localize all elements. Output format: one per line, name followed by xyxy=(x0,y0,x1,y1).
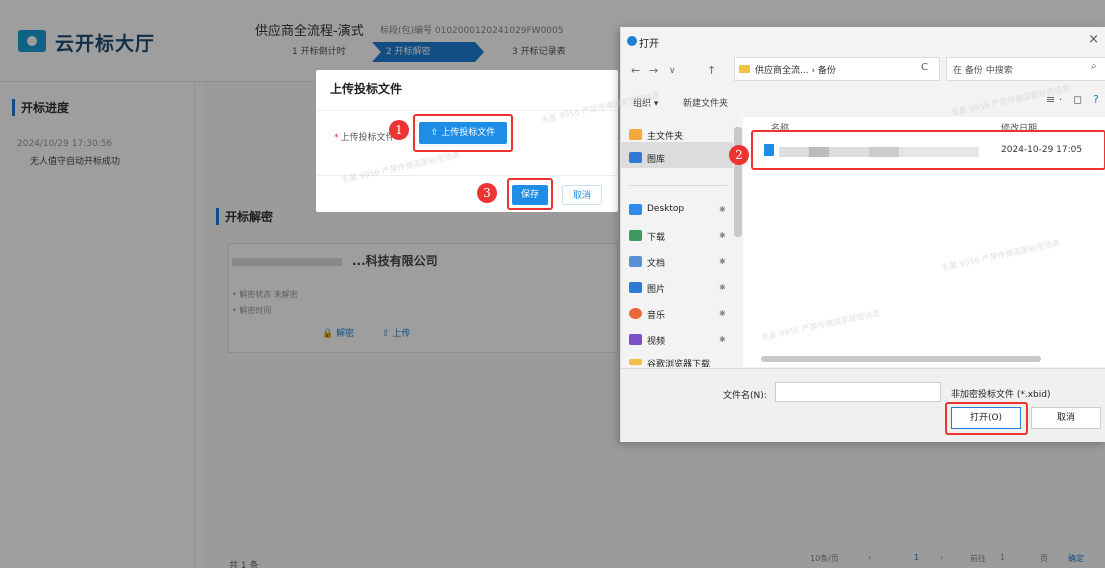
pin-icon: ✱ xyxy=(719,283,726,292)
sidebar-item-music[interactable]: 音乐 xyxy=(647,308,665,321)
highlight-box-save xyxy=(507,178,553,210)
refresh-icon[interactable]: C xyxy=(921,62,928,73)
pictures-icon xyxy=(629,282,642,293)
pin-icon: ✱ xyxy=(719,205,726,214)
file-type-filter-text: 非加密投标文件 (*.xbid) xyxy=(951,390,1051,400)
upload-field-label: * 上传投标文件 xyxy=(334,130,395,143)
pin-icon: ✱ xyxy=(719,231,726,240)
highlight-box-open xyxy=(945,402,1028,435)
dialog-footer xyxy=(621,368,1105,442)
address-path: 供应商全流... › 备份 xyxy=(755,66,836,76)
sidebar-scrollbar[interactable] xyxy=(734,127,742,237)
upload-modal: 上传投标文件 * 上传投标文件 ⇧ 上传投标文件 保存 取消 xyxy=(316,70,618,212)
sidebar-item-desktop[interactable]: Desktop xyxy=(647,204,684,214)
pin-icon: ✱ xyxy=(719,335,726,344)
filename-label: 文件名(N): xyxy=(723,391,767,401)
back-icon[interactable]: ← xyxy=(631,64,640,77)
sidebar-item-videos[interactable]: 视频 xyxy=(647,334,665,347)
folder-icon xyxy=(739,65,750,73)
step-badge-1: 1 xyxy=(389,120,409,140)
filename-input[interactable] xyxy=(775,382,941,402)
home-icon xyxy=(629,129,642,140)
step-badge-3: 3 xyxy=(477,183,497,203)
music-icon xyxy=(629,308,642,319)
sidebar-item-pictures[interactable]: 图片 xyxy=(647,282,665,295)
up-icon[interactable]: ↑ xyxy=(707,64,716,77)
sidebar-item-gallery[interactable]: 图库 xyxy=(647,152,665,165)
dialog-title: 打开 xyxy=(639,39,659,50)
download-icon xyxy=(629,230,642,241)
upload-field-text: 上传投标文件 xyxy=(340,133,395,143)
forward-icon[interactable]: → xyxy=(649,64,658,77)
sidebar-item-home[interactable]: 主文件夹 xyxy=(647,129,683,142)
sidebar-item-chrome-downloads[interactable]: 谷歌浏览器下载 xyxy=(647,357,710,367)
sidebar-item-documents[interactable]: 文档 xyxy=(647,256,665,269)
videos-icon xyxy=(629,334,642,345)
desktop-icon xyxy=(629,204,642,215)
upload-modal-title: 上传投标文件 xyxy=(330,82,403,96)
search-icon: ⌕ xyxy=(1091,61,1097,72)
modal-cancel-button[interactable]: 取消 xyxy=(562,185,602,205)
pin-icon: ✱ xyxy=(719,257,726,266)
search-placeholder: 在 备份 中搜索 xyxy=(953,66,1013,76)
dialog-cancel-button[interactable]: 取消 xyxy=(1031,407,1101,429)
folder-icon xyxy=(629,359,642,365)
pin-icon: ✱ xyxy=(719,309,726,318)
recent-dropdown-icon[interactable]: ∨ xyxy=(669,66,676,76)
sidebar-separator xyxy=(629,185,727,186)
gallery-icon xyxy=(629,152,642,163)
preview-pane-icon[interactable]: ◻ xyxy=(1073,93,1082,106)
dialog-app-icon xyxy=(627,36,637,46)
horizontal-scrollbar[interactable] xyxy=(761,356,1041,362)
step-badge-2: 2 xyxy=(729,145,749,165)
required-mark: * xyxy=(334,133,339,143)
highlight-box-file xyxy=(751,130,1105,170)
documents-icon xyxy=(629,256,642,267)
sidebar-item-downloads[interactable]: 下载 xyxy=(647,230,665,243)
help-icon[interactable]: ? xyxy=(1093,93,1099,106)
new-folder-button[interactable]: 新建文件夹 xyxy=(683,96,728,109)
highlight-box-upload xyxy=(413,114,513,152)
close-icon[interactable]: × xyxy=(1088,32,1099,47)
